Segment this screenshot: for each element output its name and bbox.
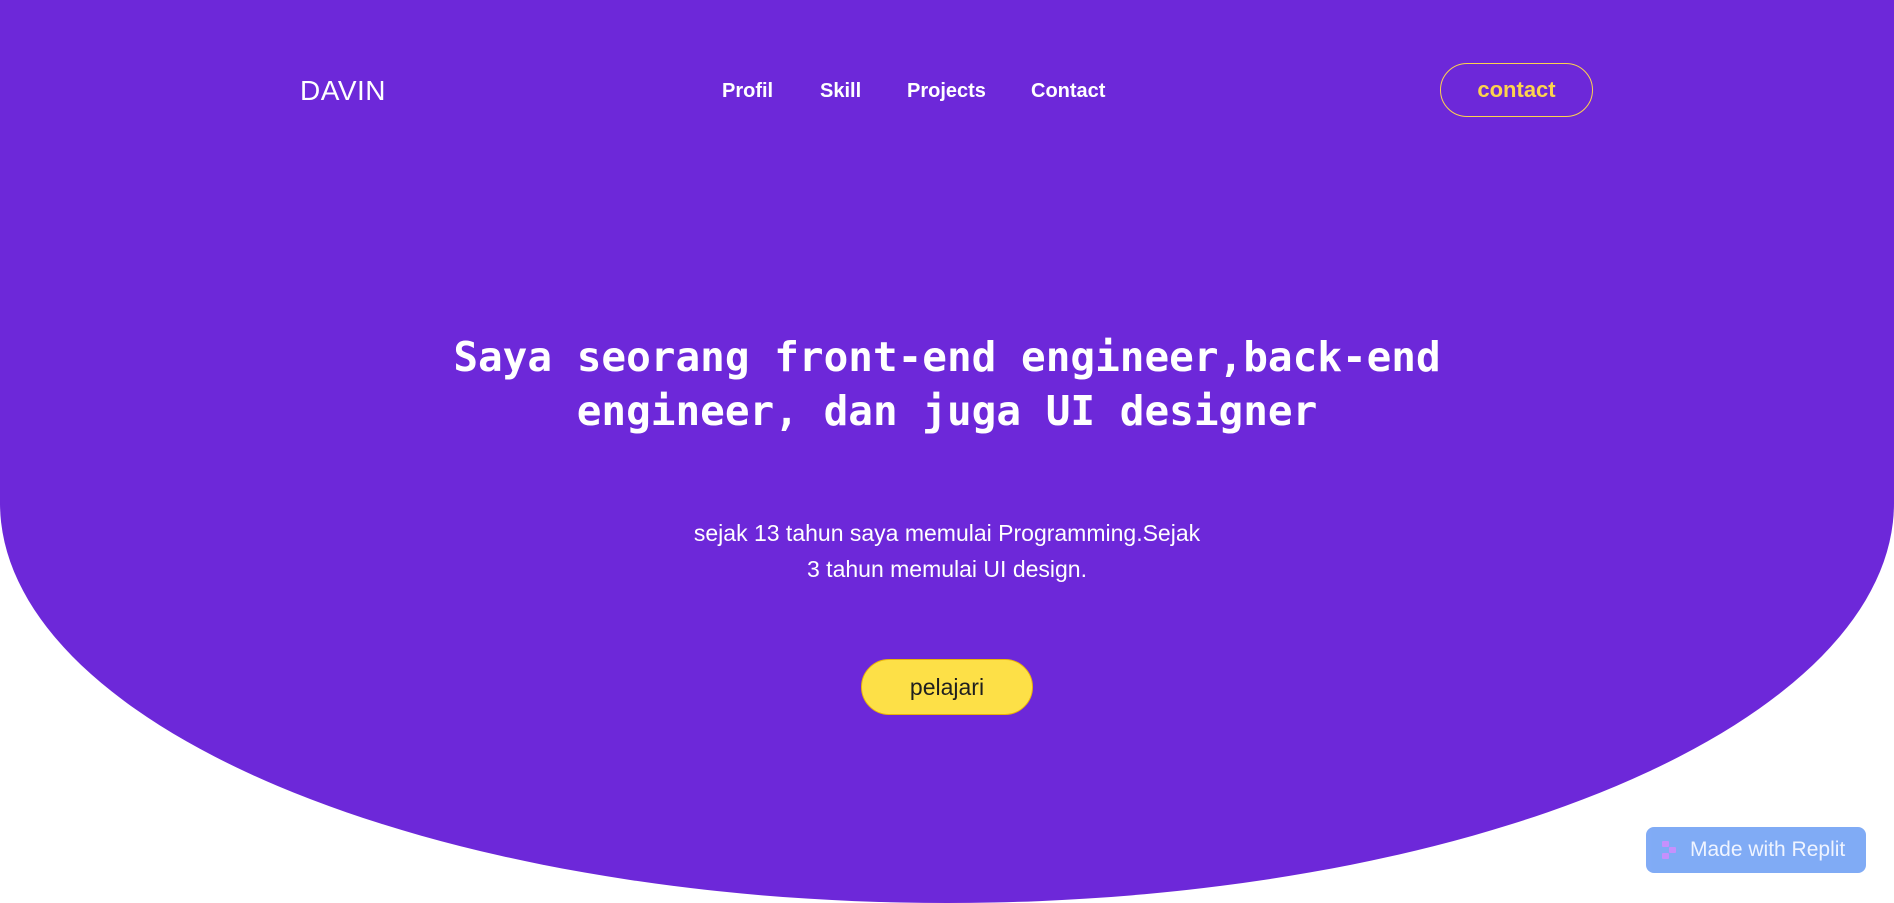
hero-headline: Saya seorang front-end engineer,back-end… bbox=[347, 330, 1547, 438]
pelajari-button[interactable]: pelajari bbox=[861, 659, 1033, 715]
badge-label: Made with Replit bbox=[1690, 838, 1846, 861]
contact-button[interactable]: contact bbox=[1440, 63, 1593, 117]
hero-background bbox=[0, 0, 1894, 903]
nav-skill[interactable]: Skill bbox=[820, 80, 861, 103]
nav-projects[interactable]: Projects bbox=[907, 80, 986, 103]
subtitle-line-2: 3 tahun memulai UI design. bbox=[807, 556, 1087, 582]
headline-line-1: Saya seorang front-end engineer,back-end bbox=[453, 333, 1441, 381]
nav-profil[interactable]: Profil bbox=[722, 80, 773, 103]
nav-contact[interactable]: Contact bbox=[1031, 80, 1105, 103]
hero-subtitle: sejak 13 tahun saya memulai Programming.… bbox=[547, 515, 1347, 587]
headline-line-2: engineer, dan juga UI designer bbox=[576, 387, 1318, 435]
made-with-replit-badge[interactable]: Made with Replit bbox=[1646, 827, 1866, 873]
replit-icon bbox=[1662, 841, 1680, 859]
main-nav: Profil Skill Projects Contact bbox=[0, 80, 1894, 110]
subtitle-line-1: sejak 13 tahun saya memulai Programming.… bbox=[693, 520, 1201, 546]
